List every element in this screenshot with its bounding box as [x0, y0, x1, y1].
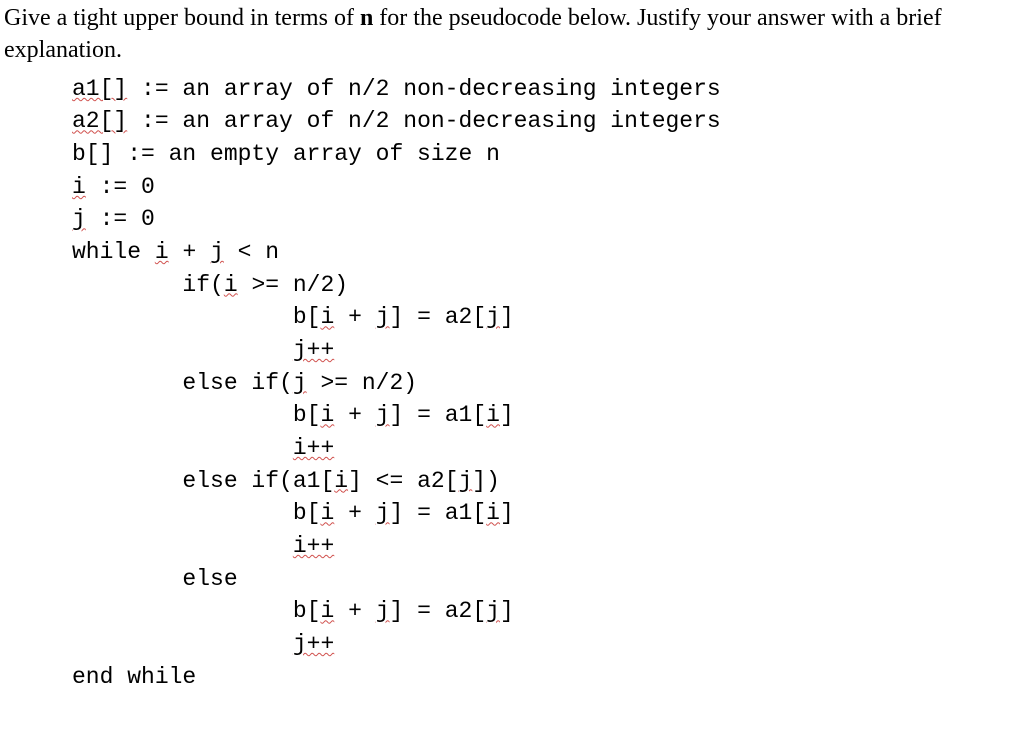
code-token: i: [334, 468, 348, 494]
code-token: ] = a2[: [390, 304, 487, 330]
code-token: b[: [72, 598, 320, 624]
code-token: ] = a1[: [390, 402, 487, 428]
code-token: ]: [500, 402, 514, 428]
code-token: j: [376, 304, 390, 330]
code-token: else if(a1[: [72, 468, 334, 494]
code-token: i: [486, 500, 500, 526]
code-token: i: [320, 304, 334, 330]
code-token: ]: [500, 304, 514, 330]
code-token: b[: [72, 500, 320, 526]
code-token: i: [320, 500, 334, 526]
code-token: j: [376, 598, 390, 624]
code-token: end while: [72, 664, 196, 690]
code-token: ]: [500, 598, 514, 624]
code-token: >= n/2): [307, 370, 417, 396]
code-token: i: [320, 402, 334, 428]
code-token: b[] := an empty array of size n: [72, 141, 500, 167]
code-token: := an array of n/2 non-decreasing intege…: [127, 76, 721, 102]
code-token: i: [155, 239, 169, 265]
question-prompt: Give a tight upper bound in terms of n f…: [4, 2, 1020, 67]
code-token: a1[]: [72, 76, 127, 102]
code-token: j++: [293, 631, 334, 657]
code-token: j++: [293, 337, 334, 363]
code-token: +: [334, 304, 375, 330]
code-token: [72, 435, 293, 461]
code-token: ] = a2[: [390, 598, 487, 624]
code-token: j: [376, 402, 390, 428]
code-token: else: [72, 566, 238, 592]
code-token: j: [486, 304, 500, 330]
code-token: b[: [72, 402, 320, 428]
code-token: i: [486, 402, 500, 428]
code-token: [72, 533, 293, 559]
code-token: ] <= a2[: [348, 468, 458, 494]
code-token: [72, 337, 293, 363]
code-token: [72, 631, 293, 657]
document-page: Give a tight upper bound in terms of n f…: [0, 0, 1024, 703]
code-token: j: [376, 500, 390, 526]
code-token: i: [224, 272, 238, 298]
code-token: while: [72, 239, 155, 265]
code-token: j: [72, 206, 86, 232]
code-token: j: [458, 468, 472, 494]
code-token: i: [72, 174, 86, 200]
code-token: +: [334, 402, 375, 428]
code-token: j: [486, 598, 500, 624]
code-token: ]: [500, 500, 514, 526]
pseudocode-block: a1[] := an array of n/2 non-decreasing i…: [4, 73, 1020, 693]
code-token: i++: [293, 533, 334, 559]
code-token: j: [293, 370, 307, 396]
code-token: +: [169, 239, 210, 265]
code-token: b[: [72, 304, 320, 330]
code-token: := 0: [86, 206, 155, 232]
code-token: +: [334, 500, 375, 526]
code-token: i++: [293, 435, 334, 461]
code-token: >= n/2): [238, 272, 348, 298]
code-token: := 0: [86, 174, 155, 200]
code-token: i: [320, 598, 334, 624]
code-token: else if(: [72, 370, 293, 396]
prompt-bold-n: n: [360, 5, 373, 31]
code-token: j: [210, 239, 224, 265]
code-token: < n: [224, 239, 279, 265]
prompt-text-pre: Give a tight upper bound in terms of: [4, 5, 360, 31]
code-token: ]): [472, 468, 500, 494]
code-token: +: [334, 598, 375, 624]
code-token: ] = a1[: [390, 500, 487, 526]
code-token: a2[]: [72, 108, 127, 134]
code-token: if(: [72, 272, 224, 298]
code-token: := an array of n/2 non-decreasing intege…: [127, 108, 721, 134]
